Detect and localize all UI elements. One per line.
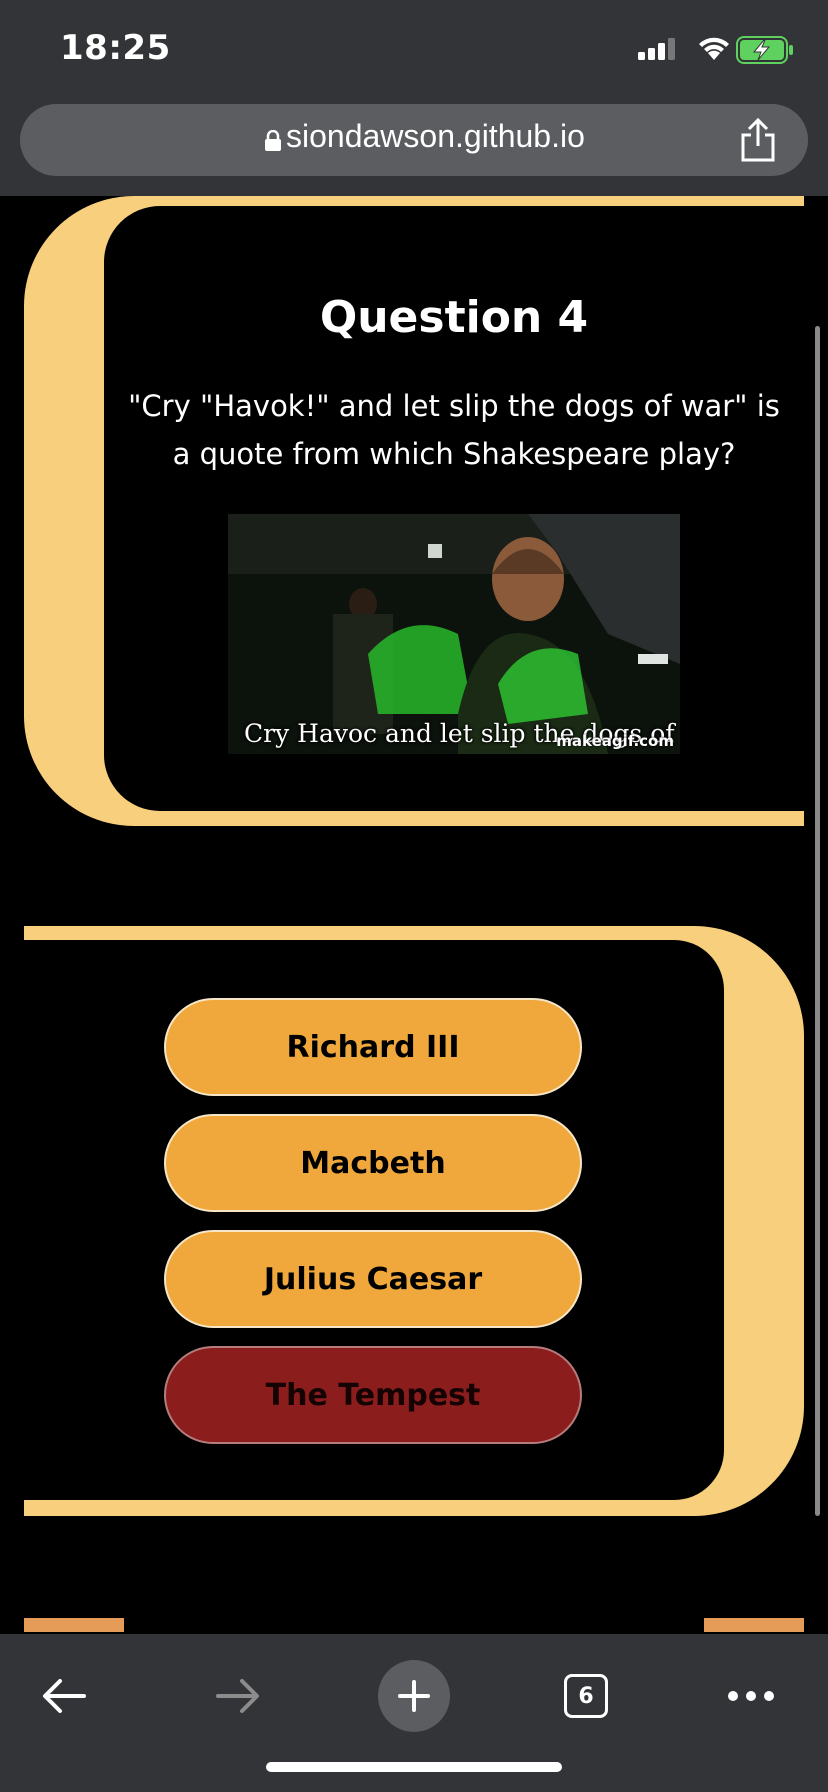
gif-scene [228,514,680,754]
url-field[interactable]: siondawson.github.io [20,104,808,176]
new-tab-plus-icon[interactable] [378,1660,450,1732]
answer-button-4[interactable]: The Tempest [164,1346,582,1444]
decorative-tab-left [24,1618,124,1632]
share-icon[interactable] [738,118,778,162]
status-time: 18:25 [60,28,171,68]
status-bar: 18:25 [0,0,828,88]
question-text: "Cry "Havok!" and let slip the dogs of w… [128,389,780,471]
page-content: Question 4 "Cry "Havok!" and let slip th… [0,196,828,1634]
home-indicator [266,1762,562,1772]
answer-button-3[interactable]: Julius Caesar [164,1230,582,1328]
tab-count-button[interactable]: 6 [564,1674,608,1718]
answer-button-2[interactable]: Macbeth [164,1114,582,1212]
cellular-signal-icon [638,38,675,60]
more-menu-icon[interactable] [726,1686,776,1706]
gif-watermark: makeagif.com [556,732,674,750]
question-image: Cry Havoc and let slip the dogs of war m… [228,514,680,754]
back-arrow-icon[interactable] [40,1676,88,1716]
lock-icon [265,130,281,151]
scrollbar[interactable] [815,326,820,1516]
browser-address-bar: siondawson.github.io [0,88,828,196]
battery-charging-icon [736,36,793,64]
question-title: Question 4 [319,292,589,343]
wifi-icon [699,37,729,60]
answer-button-1[interactable]: Richard III [164,998,582,1096]
decorative-tab-right [704,1618,804,1632]
url-text: siondawson.github.io [286,118,585,154]
forward-arrow-icon[interactable] [214,1676,262,1716]
